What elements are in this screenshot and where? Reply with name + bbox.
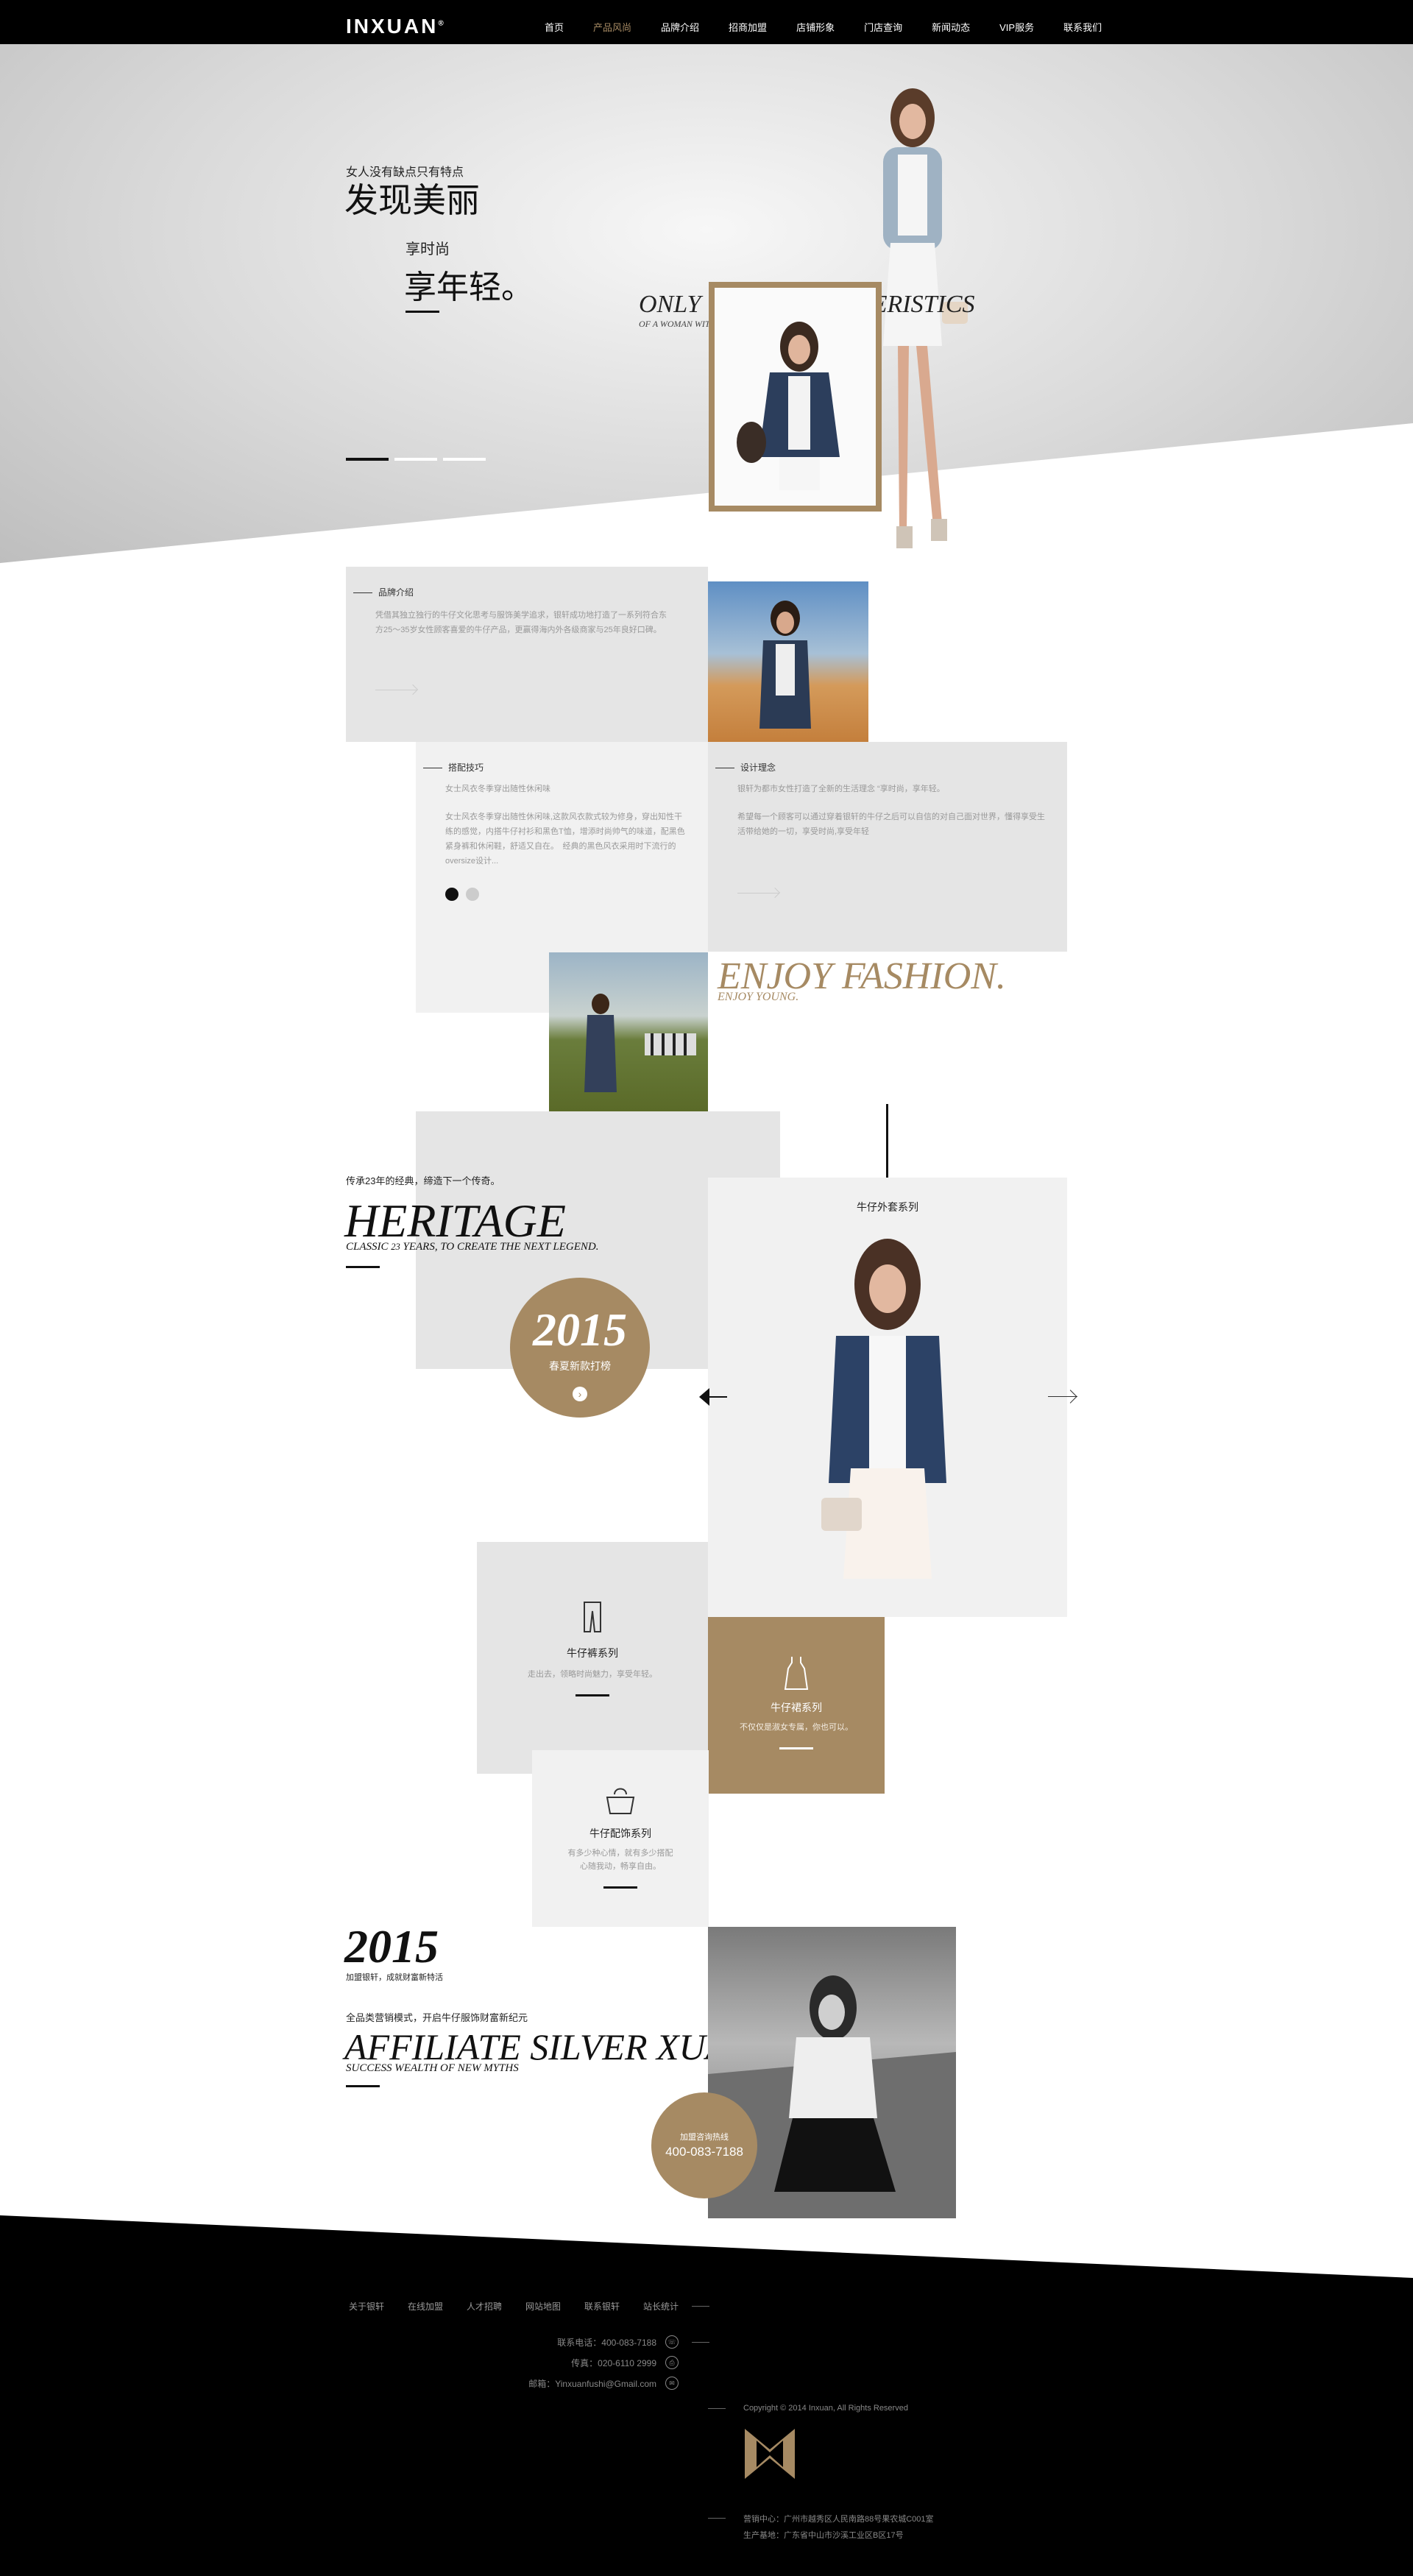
series-dress-text: 不仅仅是淑女专属，你也可以。: [740, 1723, 853, 1732]
footer-marketing: 营销中心：广州市越秀区人民南路88号果农城C001室: [743, 2515, 934, 2524]
hero-underline: [406, 311, 439, 313]
hero-slide-dot-2[interactable]: [394, 458, 437, 461]
footer-divider: [708, 2408, 726, 2409]
series-accessory-title: 牛仔配饰系列: [589, 1827, 651, 1839]
footer-production: 生产基地：广东省中山市沙溪工业区B区17号: [743, 2531, 904, 2540]
promo-circle[interactable]: 2015 春夏新款打榜 ›: [510, 1278, 650, 1418]
series-accessory-card[interactable]: 牛仔配饰系列 有多少种心情，就有多少搭配 心随我动，畅享自由。: [532, 1750, 709, 1927]
matching-title: 搭配技巧: [423, 761, 484, 774]
footer-link-stats[interactable]: 站长统计: [643, 2300, 679, 2313]
series-jeans-title: 牛仔裤系列: [567, 1647, 618, 1659]
series-accessory-text: 有多少种心情，就有多少搭配 心随我动，畅享自由。: [567, 1849, 673, 1871]
matching-dot-1[interactable]: [445, 888, 458, 901]
phone-icon: ☏: [665, 2335, 679, 2349]
design-text-1: 银轩为都市女性打造了全新的生活理念 “享时尚，享年轻。: [737, 785, 945, 793]
footer-link-sitemap[interactable]: 网站地图: [525, 2300, 561, 2313]
showcase-title: 牛仔外套系列: [857, 1201, 918, 1213]
enjoy-sub: ENJOY YOUNG.: [718, 991, 799, 1003]
nav-item-news[interactable]: 新闻动态: [932, 20, 970, 34]
bag-icon: [606, 1788, 635, 1814]
heritage-sub: CLASSIC 23 YEARS, TO CREATE THE NEXT LEG…: [346, 1241, 599, 1253]
heritage-underline: [346, 1266, 380, 1268]
affiliate-year-sub: 加盟银轩，成就财富新特活: [346, 1973, 443, 1982]
hotline-number: 400-083-7188: [665, 2145, 743, 2159]
footer-copyright: Copyright © 2014 Inxuan, All Rights Rese…: [743, 2404, 908, 2413]
series-jeans-card[interactable]: 牛仔裤系列 走出去，领略时尚魅力，享受年轻。: [477, 1542, 708, 1774]
top-header: INXUAN® 首页 产品风尚 品牌介绍 招商加盟 店铺形象 门店查询 新闻动态…: [0, 0, 1413, 52]
savanna-photo: [549, 952, 708, 1111]
nav-item-products[interactable]: 产品风尚: [593, 20, 631, 34]
hero-sub-big: 享年轻。: [404, 269, 534, 305]
footer-link-jobs[interactable]: 人才招聘: [467, 2300, 502, 2313]
footer-link-contact[interactable]: 联系银轩: [584, 2300, 620, 2313]
series-dress-title: 牛仔裙系列: [771, 1702, 822, 1713]
showcase-prev-button[interactable]: ←: [699, 1388, 709, 1406]
affiliate-sub: SUCCESS WEALTH OF NEW MYTHS: [346, 2062, 519, 2074]
promo-button[interactable]: ›: [573, 1387, 587, 1401]
design-text-2: 希望每一个顾客可以通过穿着银轩的牛仔之后可以自信的对自己面对世界，懂得享受生活带…: [737, 813, 1045, 836]
hero-framed-photo: [709, 282, 882, 512]
brand-intro-title: 品牌介绍: [353, 586, 414, 598]
footer-divider: [692, 2342, 709, 2343]
showcase-model-image: [821, 1239, 946, 1579]
hero-sub-small: 享时尚: [406, 241, 450, 258]
hero-slide-dot-1[interactable]: [346, 458, 389, 461]
nav-item-franchise[interactable]: 招商加盟: [729, 20, 767, 34]
nav-item-store-image[interactable]: 店铺形象: [796, 20, 835, 34]
nav-item-brand[interactable]: 品牌介绍: [661, 20, 699, 34]
series-dress-card[interactable]: 牛仔裙系列 不仅仅是淑女专属，你也可以。: [708, 1617, 885, 1794]
footer-link-franchise[interactable]: 在线加盟: [408, 2300, 443, 2313]
promo-year: 2015: [533, 1303, 627, 1356]
brand-intro-panel: 品牌介绍 凭借其独立独行的牛仔文化思考与服饰美学追求，银轩成功地打造了一系列符合…: [346, 567, 708, 742]
desert-photo: [708, 581, 868, 742]
fax-icon: ⎙: [665, 2356, 679, 2369]
affiliate-underline: [346, 2085, 380, 2087]
nav-item-store-search[interactable]: 门店查询: [864, 20, 902, 34]
footer-fax: 传真：020-6110 2999: [571, 2358, 656, 2368]
brand-intro-text: 凭借其独立独行的牛仔文化思考与服饰美学追求，银轩成功地打造了一系列符合东方25～…: [375, 611, 667, 634]
email-icon: ✉: [665, 2377, 679, 2390]
nav-item-vip[interactable]: VIP服务: [999, 20, 1034, 34]
hotline-circle[interactable]: 加盟咨询热线 400-083-7188: [651, 2092, 757, 2198]
design-title: 设计理念: [715, 761, 776, 774]
brand-emblem-icon: [745, 2429, 795, 2479]
footer-email[interactable]: 邮箱：Yinxuanfushi@Gmail.com: [515, 2377, 656, 2390]
matching-lead: 女士风衣冬季穿出随性休闲味: [445, 785, 550, 793]
footer-link-about[interactable]: 关于银轩: [349, 2300, 384, 2313]
jeans-icon: [584, 1602, 601, 1632]
footer: [0, 2215, 1413, 2576]
matching-dot-2[interactable]: [466, 888, 479, 901]
arrow-left-icon: [709, 1396, 727, 1398]
design-panel: 设计理念 银轩为都市女性打造了全新的生活理念 “享时尚，享年轻。 希望每一个顾客…: [708, 742, 1067, 952]
arrow-right-icon: [769, 887, 781, 899]
dress-icon: [784, 1657, 809, 1690]
promo-text: 春夏新款打榜: [549, 1360, 611, 1372]
brand-logo[interactable]: INXUAN®: [346, 15, 446, 38]
series-accessory-underline: [603, 1886, 637, 1889]
hotline-label: 加盟咨询热线: [680, 2133, 729, 2142]
main-nav: 首页 产品风尚 品牌介绍 招商加盟 店铺形象 门店查询 新闻动态 VIP服务 联…: [545, 20, 1131, 34]
matching-text: 女士风衣冬季穿出随性休闲味,这款风衣款式较为修身，穿出知性干练的感觉，内搭牛仔衬…: [445, 813, 685, 866]
nav-item-contact[interactable]: 联系我们: [1063, 20, 1102, 34]
affiliate-year: 2015: [344, 1920, 439, 1972]
heritage-title: HERITAGE: [344, 1195, 566, 1247]
heritage-lead: 传承23年的经典，缔造下一个传奇。: [346, 1175, 500, 1186]
heritage-vertical-line: [886, 1104, 888, 1183]
series-dress-underline: [779, 1747, 813, 1749]
nav-item-home[interactable]: 首页: [545, 20, 564, 34]
hero-big-title: 发现美丽: [344, 181, 480, 219]
footer-divider: [708, 2518, 726, 2519]
series-jeans-text: 走出去，领略时尚魅力，享受年轻。: [528, 1670, 657, 1679]
footer-phone: 联系电话：400-083-7188: [557, 2338, 656, 2348]
showcase-panel: 牛仔外套系列: [708, 1178, 1067, 1617]
hero-slide-dot-3[interactable]: [443, 458, 486, 461]
affiliate-lead: 全品类营销模式，开启牛仔服饰财富新纪元: [346, 2012, 528, 2023]
footer-divider: [692, 2306, 709, 2307]
series-jeans-underline: [576, 1694, 609, 1696]
arrow-right-icon: [407, 684, 419, 696]
